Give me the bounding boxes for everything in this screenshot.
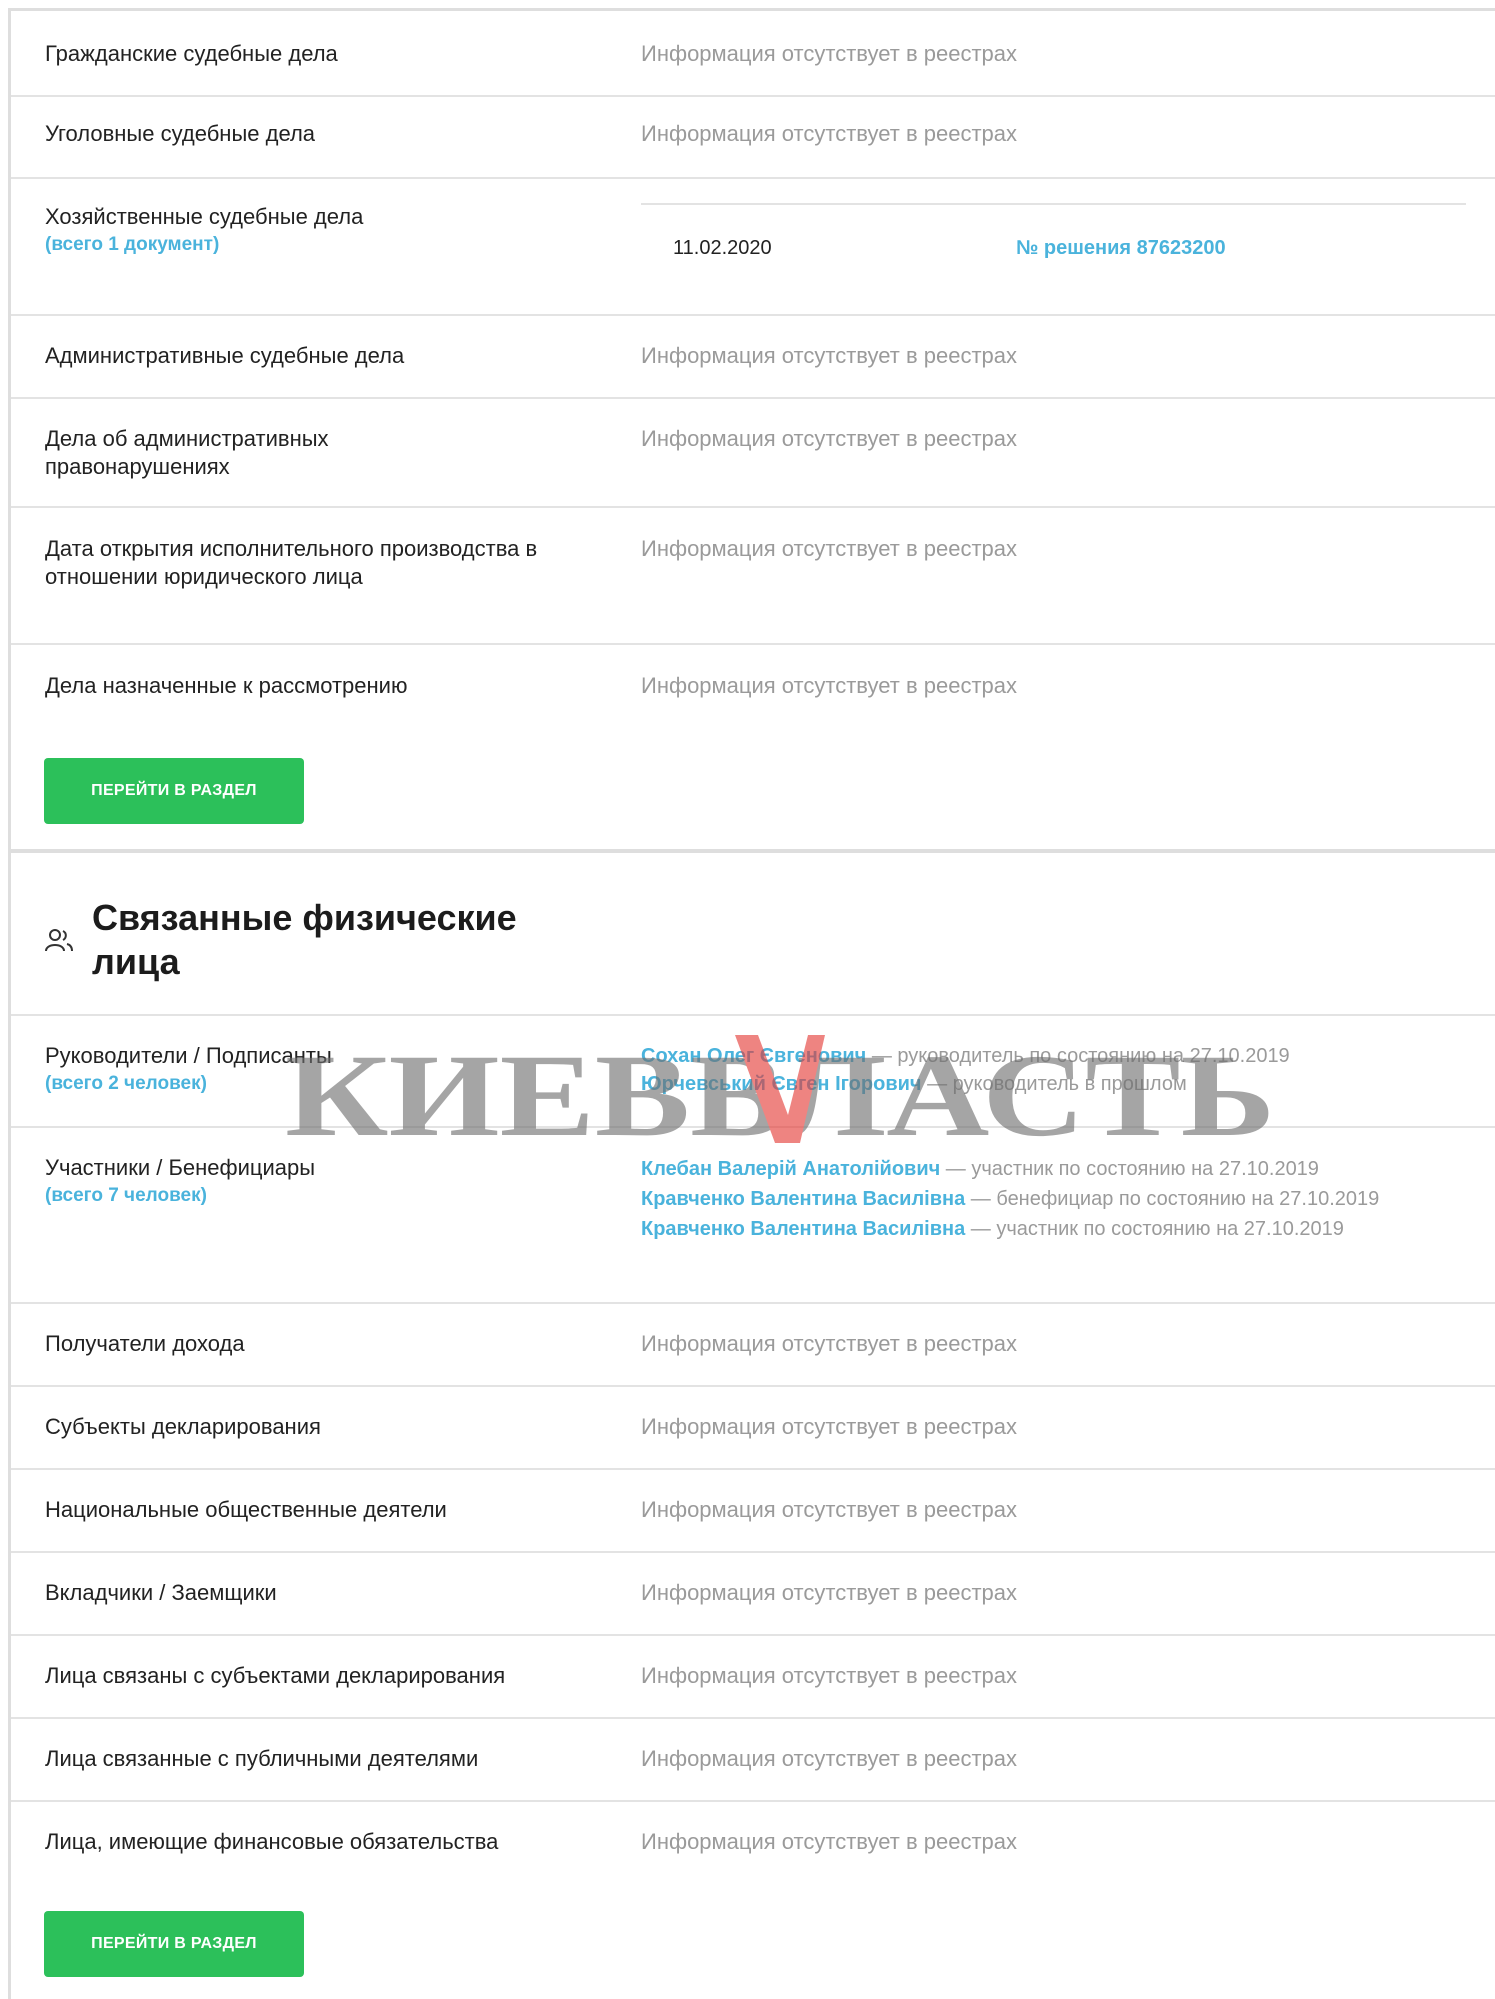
row-label: Участники / Бенефициары [45,1155,316,1180]
go-to-section-button[interactable]: ПЕРЕЙТИ В РАЗДЕЛ [44,1911,304,1977]
row-label: Получатели дохода [45,1331,245,1356]
managers-count-link[interactable]: (всего 2 человек) [45,1070,585,1098]
person-role: — руководитель по состоянию на 27.10.201… [866,1045,1290,1067]
person-role: — бенефициар по состоянию на 27.10.2019 [965,1188,1380,1210]
persons-row-financial-obligations: Лица, имеющие финансовые обязательства И… [11,1802,1495,1885]
row-value: Информация отсутствует в реестрах [641,673,1017,698]
persons-row-public-figures: Национальные общественные деятели Информ… [11,1470,1495,1553]
persons-row-managers: Руководители / Подписанты (всего 2 челов… [11,1016,1495,1128]
person-link[interactable]: Кравченко Валентина Василівна [641,1218,965,1240]
decision-date: 11.02.2020 [673,237,772,259]
list-item: Клебан Валерій Анатолійович — участник п… [641,1154,1471,1184]
row-value: Информация отсутствует в реестрах [641,1746,1017,1771]
persons-row-income-recipients: Получатели дохода Информация отсутствует… [11,1304,1495,1387]
person-role: — участник по состоянию на 27.10.2019 [965,1218,1344,1240]
row-label: Гражданские судебные дела [45,41,338,66]
row-label-group: Участники / Бенефициары (всего 7 человек… [45,1154,585,1210]
decision-table-divider [641,203,1466,205]
court-row-scheduled: Дела назначенные к рассмотрению Информац… [11,645,1495,740]
participants-list: Клебан Валерій Анатолійович — участник п… [641,1154,1471,1244]
person-link[interactable]: Клебан Валерій Анатолійович [641,1158,940,1180]
row-value: Информация отсутствует в реестрах [641,426,1017,451]
row-label: Дела об административных правонарушениях [45,426,329,479]
court-row-administrative: Административные судебные дела Информаци… [11,316,1495,399]
row-value: Информация отсутствует в реестрах [641,1663,1017,1688]
row-label: Руководители / Подписанты [45,1043,332,1068]
court-row-criminal: Уголовные судебные дела Информация отсут… [11,97,1495,179]
list-item: Кравченко Валентина Василівна — участник… [641,1214,1471,1244]
row-value: Информация отсутствует в реестрах [641,1497,1017,1522]
document-count-link[interactable]: (всего 1 документ) [45,231,585,259]
row-label-group: Руководители / Подписанты (всего 2 челов… [45,1042,585,1098]
list-item: Юрчевський Євген Ігорович — руководитель… [641,1070,1461,1098]
person-link[interactable]: Сохан Олег Євгенович [641,1045,866,1067]
row-label-group: Хозяйственные судебные дела (всего 1 док… [45,203,585,259]
managers-list: Сохан Олег Євгенович — руководитель по с… [641,1042,1461,1098]
row-value: Информация отсутствует в реестрах [641,1829,1017,1854]
row-label: Дата открытия исполнительного производст… [45,536,538,589]
persons-row-related-public: Лица связанные с публичными деятелями Ин… [11,1719,1495,1802]
row-label: Национальные общественные деятели [45,1497,447,1522]
go-to-section-button[interactable]: ПЕРЕЙТИ В РАЗДЕЛ [44,758,304,824]
row-label: Хозяйственные судебные дела [45,204,364,229]
person-link[interactable]: Юрчевський Євген Ігорович [641,1073,922,1095]
row-value: Информация отсутствует в реестрах [641,343,1017,368]
row-label: Административные судебные дела [45,343,405,368]
row-label: Лица связанные с публичными деятелями [45,1746,479,1771]
section-title: Связанные физические лица [92,897,517,982]
decision-number-link[interactable]: № решения 87623200 [1016,234,1226,262]
persons-row-related-declarants: Лица связаны с субъектами декларирования… [11,1636,1495,1719]
row-label: Лица, имеющие финансовые обязательства [45,1829,499,1854]
section-separator [11,849,1495,853]
row-value: Информация отсутствует в реестрах [641,536,1017,561]
row-value: Информация отсутствует в реестрах [641,1414,1017,1439]
row-label: Уголовные судебные дела [45,121,316,146]
person-role: — участник по состоянию на 27.10.2019 [940,1158,1319,1180]
court-row-offenses: Дела об административных правонарушениях… [11,399,1495,508]
row-label: Лица связаны с субъектами декларирования [45,1663,506,1688]
row-label: Вкладчики / Заемщики [45,1580,277,1605]
people-icon [44,927,74,960]
row-value: Информация отсутствует в реестрах [641,1580,1017,1605]
row-value: Информация отсутствует в реестрах [641,41,1017,66]
court-row-enforcement: Дата открытия исполнительного производст… [11,508,1495,645]
persons-row-declarants: Субъекты декларирования Информация отсут… [11,1387,1495,1470]
list-item: Кравченко Валентина Василівна — бенефици… [641,1184,1471,1214]
person-role: — руководитель в прошлом [921,1073,1187,1095]
participants-count-link[interactable]: (всего 7 человек) [45,1182,585,1210]
court-row-economic: Хозяйственные судебные дела (всего 1 док… [11,179,1495,316]
person-link[interactable]: Кравченко Валентина Василівна [641,1188,965,1210]
row-label: Субъекты декларирования [45,1414,321,1439]
list-item: Сохан Олег Євгенович — руководитель по с… [641,1042,1461,1070]
court-row-civil: Гражданские судебные дела Информация отс… [11,11,1495,97]
row-value: Информация отсутствует в реестрах [641,1331,1017,1356]
row-value: Информация отсутствует в реестрах [641,121,1017,146]
persons-row-participants: Участники / Бенефициары (всего 7 человек… [11,1128,1495,1304]
row-label: Дела назначенные к рассмотрению [45,673,408,698]
persons-row-depositors: Вкладчики / Заемщики Информация отсутств… [11,1553,1495,1636]
